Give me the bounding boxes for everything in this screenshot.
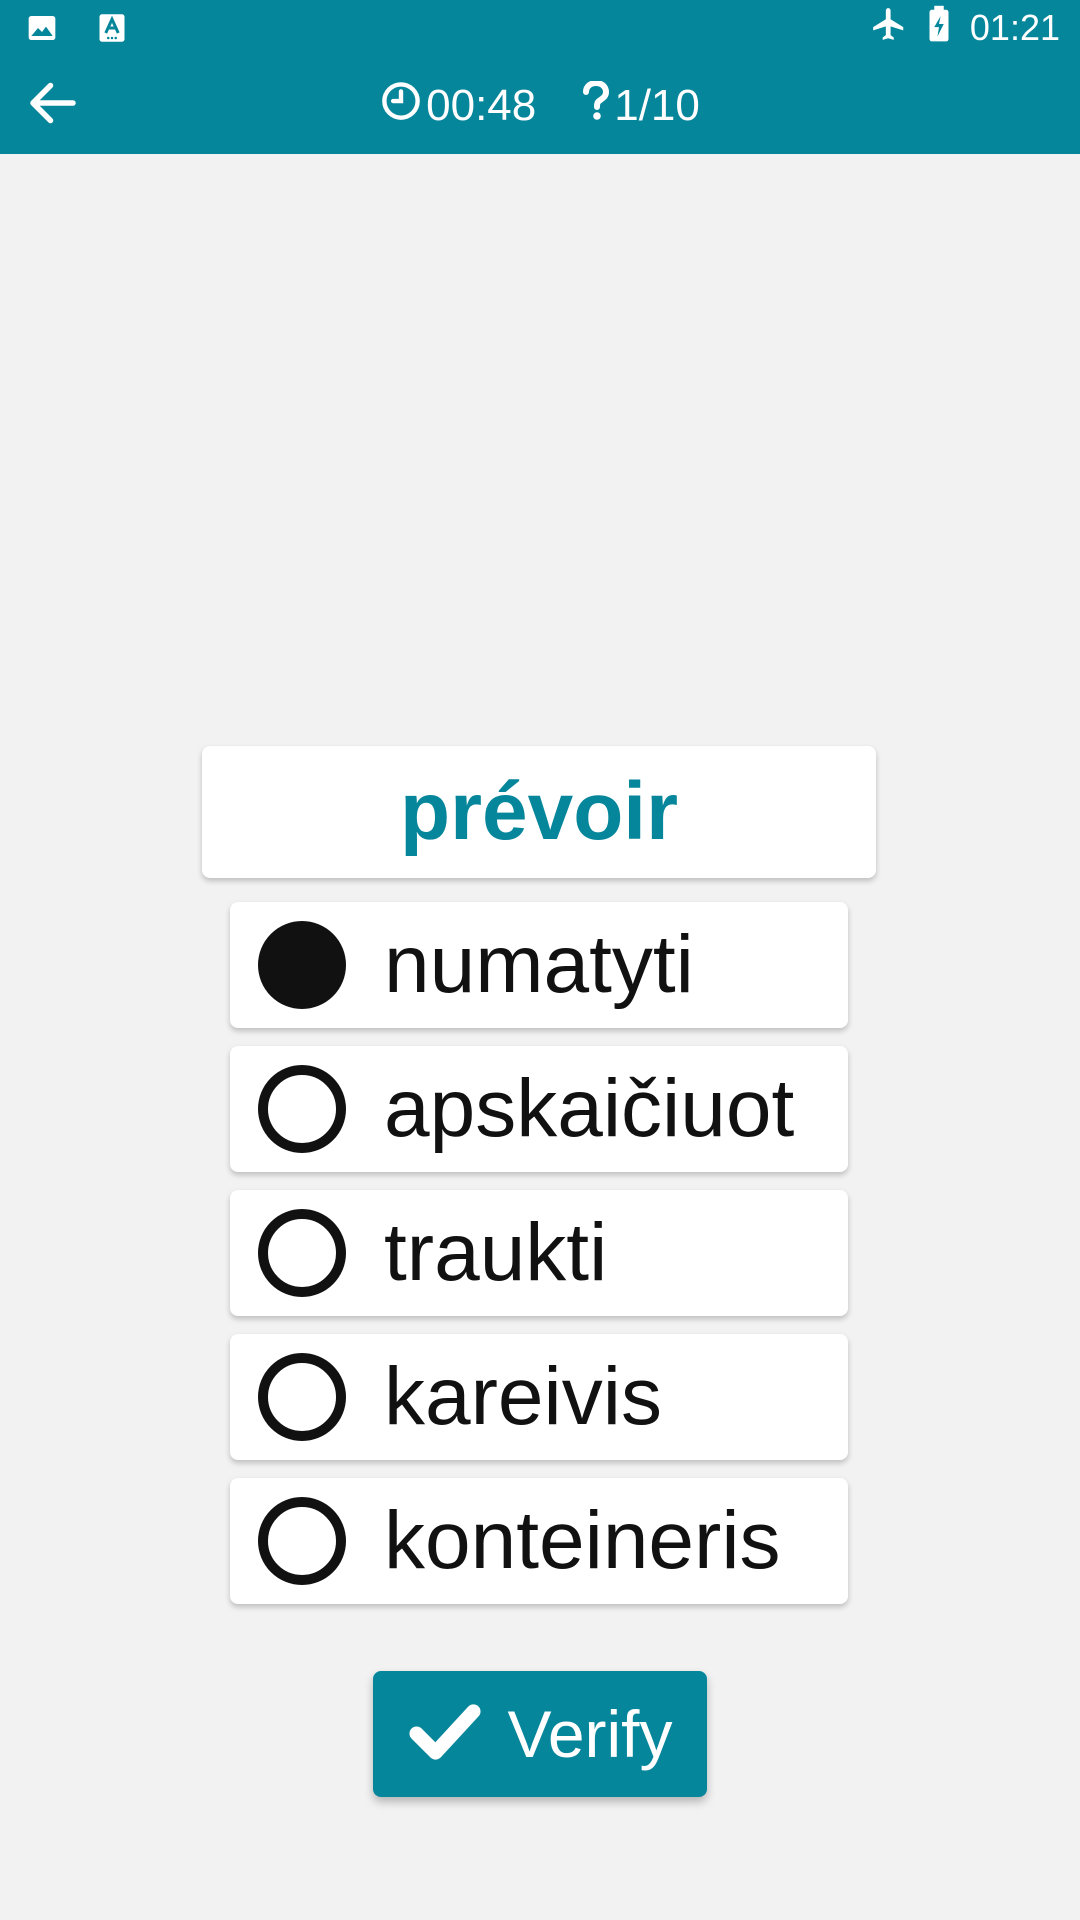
- radio-button[interactable]: [258, 1209, 346, 1297]
- radio-button[interactable]: [258, 1497, 346, 1585]
- option-label: apskaičiuot: [384, 1063, 795, 1154]
- battery-charging-icon: [926, 5, 952, 52]
- clock-icon: [380, 80, 422, 133]
- status-bar-left: [22, 8, 132, 48]
- timer: 00:48: [380, 80, 536, 133]
- app-bar: 01:21 00:48 1/10: [0, 0, 1080, 154]
- answer-option[interactable]: kareivis: [230, 1334, 848, 1460]
- airplane-icon: [870, 5, 908, 52]
- checkmark-icon: [407, 1702, 483, 1767]
- answer-option[interactable]: traukti: [230, 1190, 848, 1316]
- answer-options: numatyti apskaičiuot traukti kareivis ko…: [230, 902, 848, 1622]
- question-word: prévoir: [400, 766, 678, 857]
- answer-option[interactable]: numatyti: [230, 902, 848, 1028]
- word-card: prévoir: [202, 746, 876, 878]
- answer-option[interactable]: apskaičiuot: [230, 1046, 848, 1172]
- radio-button[interactable]: [258, 1065, 346, 1153]
- verify-label: Verify: [507, 1697, 673, 1771]
- option-label: konteineris: [384, 1495, 781, 1586]
- radio-button-checked[interactable]: [258, 921, 346, 1009]
- image-icon: [22, 8, 62, 48]
- question-progress: 1/10: [582, 79, 700, 132]
- status-time: 01:21: [969, 7, 1060, 48]
- radio-button[interactable]: [258, 1353, 346, 1441]
- option-label: traukti: [384, 1207, 608, 1298]
- verify-button[interactable]: Verify: [373, 1671, 707, 1797]
- timer-value: 00:48: [426, 81, 537, 130]
- answer-option[interactable]: konteineris: [230, 1478, 848, 1604]
- progress-value: 1/10: [614, 81, 700, 130]
- option-label: numatyti: [384, 919, 694, 1010]
- quiz-status: 00:48 1/10: [0, 76, 1080, 136]
- option-label: kareivis: [384, 1351, 662, 1442]
- status-bar-right: 01:21: [870, 5, 1060, 52]
- question-icon: [582, 79, 610, 132]
- text-app-icon: [92, 8, 132, 48]
